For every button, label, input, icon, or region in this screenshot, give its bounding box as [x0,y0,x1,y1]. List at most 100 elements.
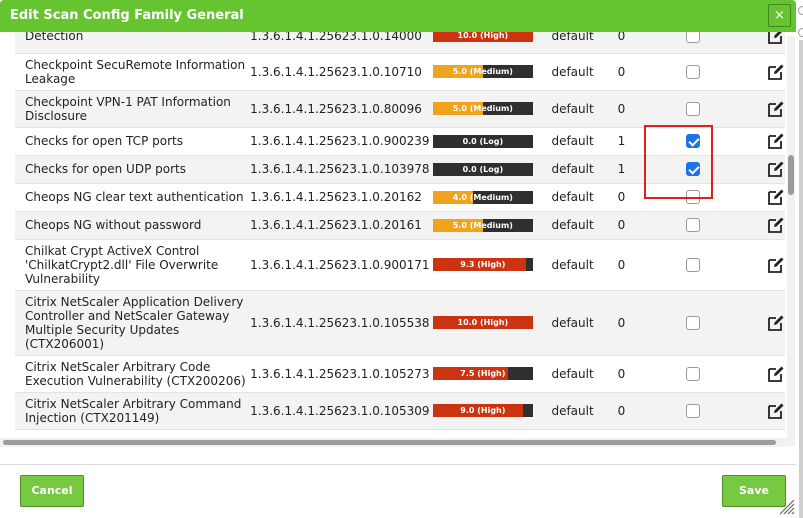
selected-checkbox[interactable] [686,257,700,272]
footer-divider [0,464,796,465]
selected-cell [674,32,741,54]
edit-icon[interactable] [767,365,785,383]
nvt-oid-cell: 1.3.6.1.4.1.25623.1.0.10710 [250,53,433,91]
nvt-name: Cheops NG clear text authentication [25,190,244,204]
nvt-name-cell: Cheops NG without password [15,211,251,240]
nvt-name-cell: Citrix NetScaler Arbitrary Code Executio… [15,355,251,393]
nvt-name: Citrix NetScaler Application Delivery Co… [25,294,244,351]
selected-checkbox[interactable] [686,403,700,418]
nvt-oid: 1.3.6.1.4.1.25623.1.0.900239 [250,134,430,148]
severity-label: 9.0 (High) [460,406,506,415]
vertical-scrollbar-thumb[interactable] [788,155,794,195]
severity-bar: 9.3 (High) [432,258,533,271]
timeout-cell: default [551,290,618,356]
selected-cell [674,53,741,91]
selected-cell [674,239,741,291]
edit-icon[interactable] [767,32,785,45]
edit-icon[interactable] [767,132,785,150]
timeout-value: default [551,403,594,418]
resize-handle-icon[interactable] [777,497,795,515]
edit-icon[interactable] [767,160,785,178]
nvt-oid-cell: 1.3.6.1.4.1.25623.1.0.105273 [250,355,433,393]
edit-icon[interactable] [767,100,785,118]
edit-icon[interactable] [767,63,785,81]
severity-bar: 0.0 (Log) [432,162,533,176]
severity-cell: 4.0 (Medium) [432,183,552,212]
timeout-cell: default [551,90,618,128]
nvt-name: Chilkat Crypt ActiveX Control 'ChilkatCr… [25,243,219,286]
timeout-value: default [551,218,594,232]
nvt-name-cell: Cheops NG clear text authentication [15,183,251,212]
selected-checkbox[interactable] [686,366,700,381]
actions-cell [741,90,785,128]
timeout-cell: default [551,155,618,184]
table-row: Detection 1.3.6.1.4.1.25623.1.0.14000 10.0… [15,32,785,54]
selected-checkbox[interactable] [686,315,700,330]
prefs-count: 0 [617,315,626,330]
severity-label: 5.0 (Medium) [452,67,513,76]
selected-checkbox[interactable] [686,32,700,43]
severity-label: 0.0 (Log) [462,136,504,146]
timeout-cell: default [551,211,618,240]
timeout-cell: default [551,53,618,91]
nvt-name: Checkpoint SecuRemote Information Leakag… [25,57,246,86]
dialog-titlebar[interactable]: Edit Scan Config Family General × [0,0,796,32]
severity-bar: 4.0 (Medium) [432,190,533,204]
nvt-name: Detection [25,32,84,43]
prefs-count: 0 [617,101,626,116]
timeout-cell: default [551,239,618,291]
severity-cell: 0.0 (Log) [432,127,552,156]
severity-bar: 5.0 (Medium) [432,65,533,78]
severity-bar: 10.0 (High) [432,32,533,43]
nvt-name: Checks for open UDP ports [25,162,186,176]
actions-cell [741,239,785,291]
edit-icon[interactable] [767,402,785,420]
edit-icon[interactable] [767,188,785,206]
nvt-oid: 1.3.6.1.4.1.25623.1.0.103978 [250,162,430,176]
actions-cell [741,392,785,430]
nvt-name-cell: Citrix NetScaler Application Delivery Co… [15,290,251,356]
dialog-title: Edit Scan Config Family General [10,8,244,23]
severity-cell: 10.0 (High) [432,32,552,54]
prefs-count: 0 [617,64,626,79]
cancel-button[interactable]: Cancel [20,475,84,507]
edit-icon[interactable] [767,314,785,332]
nvt-oid-cell: 1.3.6.1.4.1.25623.1.0.105538 [250,290,433,356]
edit-icon[interactable] [767,256,785,274]
nvt-name-cell: Chilkat Crypt ActiveX Control 'ChilkatCr… [15,239,251,291]
severity-cell: 0.0 (Log) [432,155,552,184]
timeout-value: default [551,257,594,272]
nvt-name-cell: Checkpoint SecuRemote Information Leakag… [15,53,251,91]
nvt-name: Checkpoint VPN-1 PAT Information Disclos… [25,94,231,123]
prefs-count-cell: 0 [617,53,674,91]
selection-highlight-box [644,125,713,199]
timeout-value: default [551,315,594,330]
timeout-value: default [551,162,594,176]
table-row: Cheops NG without password 1.3.6.1.4.1.25… [15,211,785,240]
severity-cell: 10.0 (High) [432,290,552,356]
prefs-count: 1 [617,134,626,148]
severity-label: 5.0 (Medium) [452,220,513,230]
vertical-scrollbar-track[interactable] [787,36,795,446]
severity-bar: 9.0 (High) [432,404,533,417]
nvt-oid-cell: 1.3.6.1.4.1.25623.1.0.105309 [250,392,433,430]
prefs-count-cell: 0 [617,290,674,356]
horizontal-scrollbar-thumb[interactable] [3,440,776,445]
timeout-cell: default [551,32,618,54]
selected-cell [674,211,741,240]
severity-bar: 5.0 (Medium) [432,102,533,115]
table-row: Checkpoint SecuRemote Information Leakag… [15,53,785,91]
severity-label: 10.0 (High) [457,32,509,41]
timeout-cell: default [551,392,618,430]
selected-checkbox[interactable] [686,101,700,116]
severity-cell: 7.5 (High) [432,355,552,393]
edit-icon[interactable] [767,216,785,234]
severity-cell: 5.0 (Medium) [432,211,552,240]
selected-checkbox[interactable] [686,218,700,232]
timeout-value: default [551,101,594,116]
prefs-count-cell: 0 [617,32,674,54]
selected-checkbox[interactable] [686,64,700,79]
close-button[interactable]: × [768,4,791,27]
timeout-cell: default [551,127,618,156]
nvt-oid: 1.3.6.1.4.1.25623.1.0.900171 [250,257,430,272]
